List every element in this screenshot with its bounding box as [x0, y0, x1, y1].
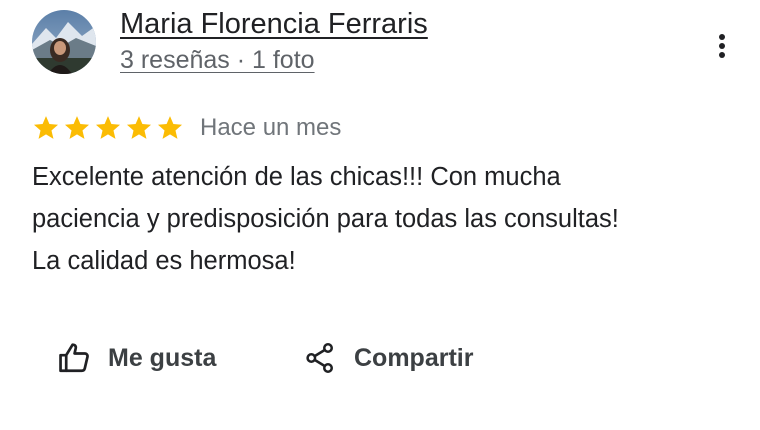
- author-avatar[interactable]: [32, 10, 96, 74]
- more-vertical-icon: [719, 34, 725, 58]
- star-icon: [157, 116, 183, 139]
- review-text-line: Excelente atención de las chicas!!! Con …: [32, 163, 561, 191]
- like-button[interactable]: Me gusta: [56, 340, 302, 376]
- review-text-line: La calidad es hermosa!: [32, 247, 296, 275]
- review-actions: Me gusta Compartir: [56, 334, 473, 382]
- review-text-line: paciencia y predisposición para todas la…: [32, 205, 619, 233]
- thumbs-up-icon: [56, 340, 92, 376]
- review-text: Excelente atención de las chicas!!! Con …: [32, 156, 732, 282]
- rating-row: Hace un mes: [32, 112, 341, 144]
- star-icon: [64, 116, 90, 139]
- share-icon: [302, 340, 338, 376]
- share-label: Compartir: [354, 343, 474, 372]
- review-card: Maria Florencia Ferraris 3 reseñas · 1 f…: [0, 0, 760, 430]
- star-icon: [33, 116, 59, 139]
- review-date: Hace un mes: [200, 114, 342, 141]
- avatar-photo: [32, 10, 96, 74]
- author-meta-link[interactable]: 3 reseñas · 1 foto: [120, 46, 315, 75]
- star-rating: [32, 114, 184, 142]
- author-name-link[interactable]: Maria Florencia Ferraris: [120, 8, 428, 41]
- star-icon: [95, 116, 121, 139]
- star-icon: [126, 116, 152, 139]
- share-button[interactable]: Compartir: [302, 340, 473, 376]
- like-label: Me gusta: [108, 343, 217, 372]
- more-options-button[interactable]: [702, 26, 742, 66]
